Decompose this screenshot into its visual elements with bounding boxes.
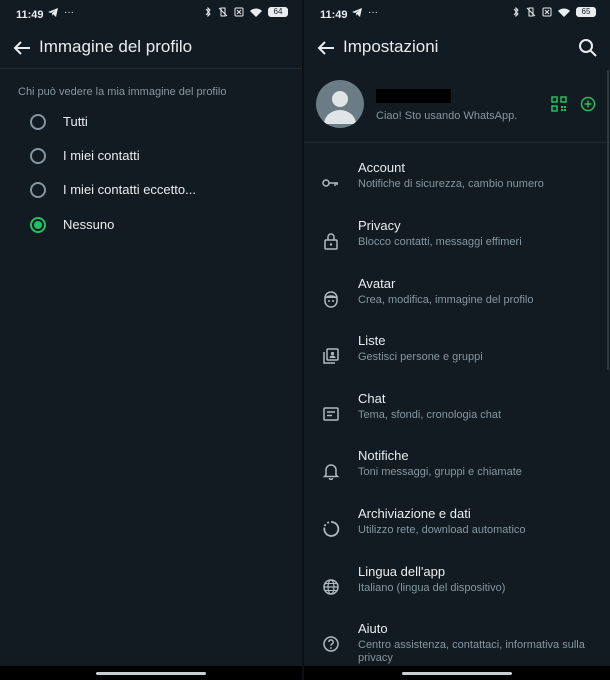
menu-item-subtitle: Crea, modifica, immagine del profilo	[358, 294, 534, 306]
radio-option-everyone[interactable]: Tutti	[0, 105, 302, 139]
menu-item-subtitle: Utilizzo rete, download automatico	[358, 524, 526, 536]
chat-icon	[323, 407, 339, 421]
radio-button[interactable]	[30, 114, 46, 130]
sim-off-icon	[542, 7, 552, 17]
telegram-icon	[48, 8, 58, 17]
radio-label: Tutti	[63, 114, 88, 129]
bluetooth-icon	[205, 7, 211, 17]
qr-code-icon[interactable]	[551, 96, 567, 112]
menu-item-avatar[interactable]: Avatar Crea, modifica, immagine del prof…	[304, 276, 610, 332]
menu-item-help[interactable]: Aiuto Centro assistenza, contattaci, inf…	[304, 621, 610, 669]
radio-option-my-contacts-except[interactable]: I miei contatti eccetto...	[0, 173, 302, 207]
profile-photo-privacy-screen: 11:49 ··· 64 Immagine del profilo Chi pu…	[0, 0, 302, 680]
add-circle-icon[interactable]	[580, 96, 596, 112]
menu-item-title: Privacy	[358, 218, 401, 233]
menu-item-chat[interactable]: Chat Tema, sfondi, cronologia chat	[304, 391, 610, 447]
menu-item-account[interactable]: Account Notifiche di sicurezza, cambio n…	[304, 160, 610, 216]
app-bar: Immagine del profilo	[0, 28, 302, 68]
menu-item-subtitle: Blocco contatti, messaggi effimeri	[358, 236, 522, 248]
status-time: 11:49	[320, 9, 348, 21]
navigation-bar	[0, 666, 302, 680]
menu-item-subtitle: Centro assistenza, contattaci, informati…	[358, 639, 585, 664]
radio-button-selected[interactable]	[30, 217, 46, 233]
wifi-icon	[558, 8, 570, 17]
wifi-icon	[250, 8, 262, 17]
menu-item-subtitle: Toni messaggi, gruppi e chiamate	[358, 466, 522, 478]
search-icon[interactable]	[576, 36, 600, 60]
storage-icon	[323, 521, 340, 537]
status-bar: 11:49 ··· 65	[304, 0, 610, 28]
navigation-bar	[304, 666, 610, 680]
radio-label: Nessuno	[63, 217, 115, 232]
redacted-profile-name	[376, 89, 451, 103]
status-time: 11:49	[16, 9, 44, 21]
menu-item-title: Liste	[358, 333, 386, 348]
status-bar: 11:49 ··· 64	[0, 0, 302, 28]
radio-label: I miei contatti eccetto...	[63, 182, 196, 197]
radio-label: I miei contatti	[63, 148, 140, 163]
menu-item-title: Archiviazione e dati	[358, 506, 471, 521]
page-title: Impostazioni	[343, 37, 439, 56]
settings-screen: 11:49 ··· 65 Impostazioni Ciao! Sto usan…	[304, 0, 610, 680]
page-title: Immagine del profilo	[39, 37, 193, 56]
lists-icon	[323, 348, 339, 364]
menu-item-subtitle: Notifiche di sicurezza, cambio numero	[358, 178, 544, 190]
radio-button[interactable]	[30, 182, 46, 198]
menu-item-notifications[interactable]: Notifiche Toni messaggi, gruppi e chiama…	[304, 448, 610, 504]
menu-item-title: Chat	[358, 391, 386, 406]
battery-icon: 64	[268, 7, 288, 17]
help-icon	[323, 636, 339, 652]
sim-off-icon	[234, 7, 244, 17]
radio-option-my-contacts[interactable]: I miei contatti	[0, 139, 302, 173]
profile-status: Ciao! Sto usando WhatsApp.	[376, 110, 518, 122]
menu-item-privacy[interactable]: Privacy Blocco contatti, messaggi effime…	[304, 218, 610, 274]
battery-icon: 65	[576, 7, 596, 17]
menu-item-title: Aiuto	[358, 621, 388, 636]
menu-item-subtitle: Gestisci persone e gruppi	[358, 351, 483, 363]
avatar[interactable]	[316, 80, 364, 128]
menu-item-app-language[interactable]: Lingua dell'app Italiano (lingua del dis…	[304, 564, 610, 620]
avatar-face-icon	[324, 291, 338, 308]
menu-item-title: Avatar	[358, 276, 396, 291]
home-gesture-bar[interactable]	[402, 672, 512, 675]
app-bar: Impostazioni	[304, 28, 610, 68]
lock-icon	[324, 233, 338, 250]
menu-item-title: Account	[358, 160, 405, 175]
section-label: Chi può vedere la mia immagine del profi…	[18, 86, 227, 98]
bell-icon	[322, 464, 340, 480]
menu-item-subtitle: Italiano (lingua del dispositivo)	[358, 582, 506, 594]
profile-card[interactable]: Ciao! Sto usando WhatsApp.	[304, 72, 610, 138]
menu-item-lists[interactable]: Liste Gestisci persone e gruppi	[304, 333, 610, 389]
home-gesture-bar[interactable]	[96, 672, 206, 675]
back-arrow-icon[interactable]	[10, 36, 34, 60]
vibrate-off-icon	[526, 7, 536, 17]
default-avatar-icon	[324, 91, 356, 124]
menu-item-title: Lingua dell'app	[358, 564, 446, 579]
menu-item-storage[interactable]: Archiviazione e dati Utilizzo rete, down…	[304, 506, 610, 562]
radio-button[interactable]	[30, 148, 46, 164]
menu-item-subtitle: Tema, sfondi, cronologia chat	[358, 409, 502, 421]
globe-icon	[323, 579, 339, 595]
menu-item-title: Notifiche	[358, 448, 409, 463]
vibrate-off-icon	[218, 7, 228, 17]
more-notifications-icon: ···	[64, 7, 74, 18]
back-arrow-icon[interactable]	[314, 36, 338, 60]
scrollbar[interactable]	[607, 70, 609, 370]
telegram-icon	[352, 8, 362, 17]
bluetooth-icon	[513, 7, 519, 17]
more-notifications-icon: ···	[368, 7, 378, 18]
profile-divider	[304, 142, 610, 143]
header-divider	[0, 68, 302, 69]
radio-option-nobody[interactable]: Nessuno	[0, 208, 302, 242]
key-icon	[322, 179, 338, 187]
